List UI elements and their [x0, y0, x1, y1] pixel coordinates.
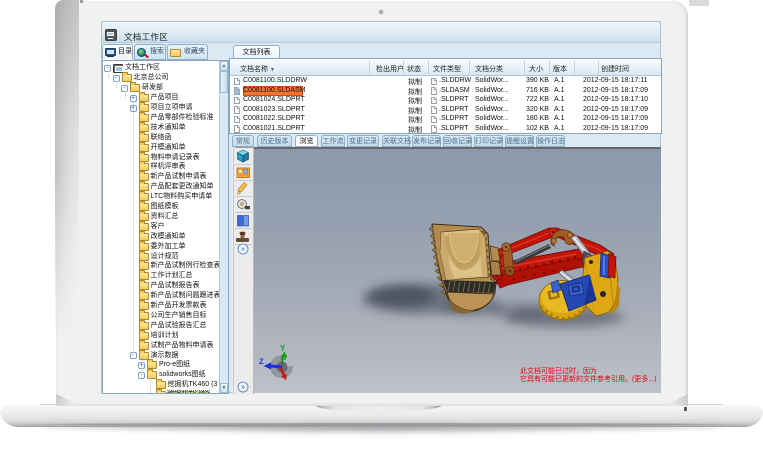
svg-text:»: »: [241, 246, 245, 253]
svg-text:Y: Y: [280, 344, 286, 353]
svg-text:Z: Z: [259, 358, 264, 367]
svg-text:»: »: [241, 384, 245, 391]
